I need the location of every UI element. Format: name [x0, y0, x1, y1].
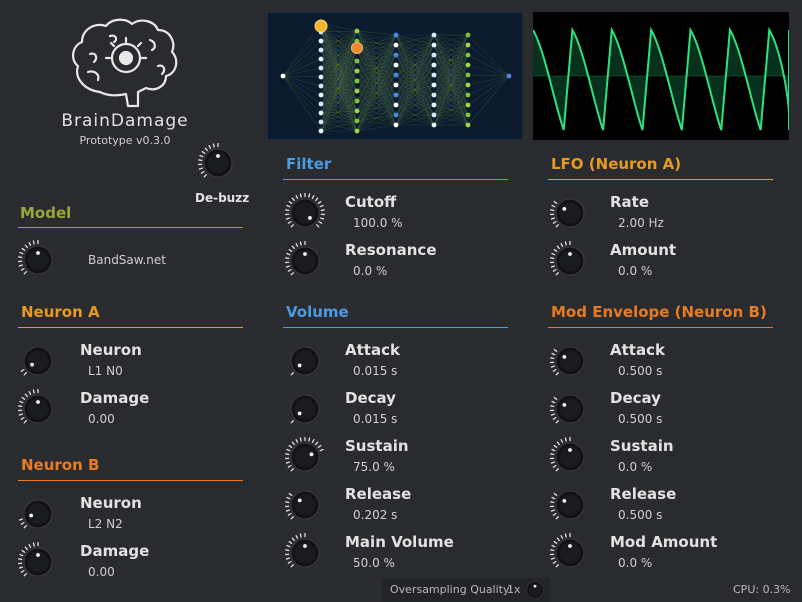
- section-divider: [18, 480, 243, 481]
- filter-cutoff-knob[interactable]: [284, 192, 326, 237]
- mod-env-release-value: 0.500 s: [618, 508, 663, 522]
- mod-env-sustain-knob[interactable]: [549, 436, 590, 481]
- main-volume-label: Main Volume: [345, 533, 454, 551]
- lfo-rate-value: 2.00 Hz: [618, 216, 664, 230]
- volume-decay-label: Decay: [345, 389, 396, 407]
- section-title-neuron-a: Neuron A: [21, 303, 100, 321]
- mod-env-attack-label: Attack: [610, 341, 665, 359]
- mod-env-decay-knob[interactable]: [549, 389, 590, 433]
- volume-sustain-knob[interactable]: [284, 436, 325, 481]
- volume-attack-knob[interactable]: [285, 341, 325, 385]
- filter-cutoff-value: 100.0 %: [353, 216, 403, 230]
- neuron-b-damage-label: Damage: [80, 542, 150, 560]
- neuron-b-damage-knob[interactable]: [17, 541, 58, 586]
- section-divider: [548, 179, 773, 180]
- model-value: BandSaw.net: [88, 253, 166, 267]
- volume-release-knob[interactable]: [284, 485, 325, 529]
- filter-resonance-value: 0.0 %: [353, 264, 388, 278]
- section-divider: [548, 327, 773, 328]
- main-volume-knob[interactable]: [284, 532, 325, 577]
- neuron-a-neuron-value: L1 N0: [88, 364, 123, 378]
- mod-env-release-label: Release: [610, 485, 677, 503]
- lfo-amount-value: 0.0 %: [618, 264, 653, 278]
- mod-env-sustain-value: 0.0 %: [618, 460, 653, 474]
- section-divider: [283, 179, 508, 180]
- oversampling-label: Oversampling Quality:: [390, 583, 513, 596]
- neuron-a-neuron-label: Neuron: [80, 341, 142, 359]
- oversampling-value: 1x: [507, 583, 521, 596]
- neural-network-visualizer: [267, 12, 523, 140]
- volume-decay-value: 0.015 s: [353, 412, 398, 426]
- volume-release-label: Release: [345, 485, 412, 503]
- mod-env-attack-knob[interactable]: [549, 341, 590, 385]
- section-title-volume: Volume: [286, 303, 349, 321]
- volume-attack-value: 0.015 s: [353, 364, 398, 378]
- mod-env-attack-value: 0.500 s: [618, 364, 663, 378]
- volume-release-value: 0.202 s: [353, 508, 398, 522]
- app-title: BrainDamage: [61, 111, 189, 131]
- volume-sustain-value: 75.0 %: [353, 460, 395, 474]
- debuzz-knob[interactable]: [197, 142, 238, 187]
- mod-amount-value: 0.0 %: [618, 556, 653, 570]
- neuron-a-neuron-knob[interactable]: [18, 341, 58, 385]
- lfo-rate-label: Rate: [610, 193, 650, 211]
- section-title-model: Model: [20, 204, 72, 222]
- debuzz-label: De-buzz: [195, 191, 250, 205]
- model-knob[interactable]: [17, 239, 58, 284]
- filter-resonance-knob[interactable]: [284, 240, 325, 285]
- neuron-a-damage-label: Damage: [80, 389, 150, 407]
- section-title-filter: Filter: [286, 155, 332, 173]
- section-divider: [18, 327, 243, 328]
- section-title-mod-envelope: Mod Envelope (Neuron B): [551, 303, 767, 321]
- neuron-b-neuron-label: Neuron: [80, 494, 142, 512]
- oscilloscope-display: [532, 12, 791, 140]
- neuron-b-neuron-value: L2 N2: [88, 517, 123, 531]
- neuron-b-damage-value: 0.00: [88, 565, 115, 579]
- volume-sustain-label: Sustain: [345, 437, 409, 455]
- lfo-amount-label: Amount: [610, 241, 677, 259]
- mod-env-release-knob[interactable]: [549, 485, 590, 529]
- cpu-usage: CPU: 0.3%: [733, 583, 791, 596]
- app-version: Prototype v0.3.0: [79, 134, 171, 147]
- neuron-b-neuron-knob[interactable]: [18, 494, 58, 538]
- filter-resonance-label: Resonance: [345, 241, 437, 259]
- lfo-rate-knob[interactable]: [549, 193, 590, 237]
- mod-amount-knob[interactable]: [549, 532, 590, 577]
- section-title-neuron-b: Neuron B: [21, 456, 100, 474]
- mod-env-decay-value: 0.500 s: [618, 412, 663, 426]
- oversampling-knob[interactable]: [524, 579, 546, 602]
- volume-decay-knob[interactable]: [285, 389, 325, 433]
- mod-env-decay-label: Decay: [610, 389, 661, 407]
- volume-attack-label: Attack: [345, 341, 400, 359]
- filter-cutoff-label: Cutoff: [345, 193, 397, 211]
- brain-logo-icon: [66, 14, 182, 110]
- mod-amount-label: Mod Amount: [610, 533, 718, 551]
- neuron-a-damage-knob[interactable]: [17, 388, 58, 433]
- main-volume-value: 50.0 %: [353, 556, 395, 570]
- section-divider: [283, 327, 508, 328]
- section-divider: [18, 227, 243, 228]
- lfo-amount-knob[interactable]: [549, 240, 590, 285]
- mod-env-sustain-label: Sustain: [610, 437, 674, 455]
- section-title-lfo: LFO (Neuron A): [551, 155, 682, 173]
- neuron-a-damage-value: 0.00: [88, 412, 115, 426]
